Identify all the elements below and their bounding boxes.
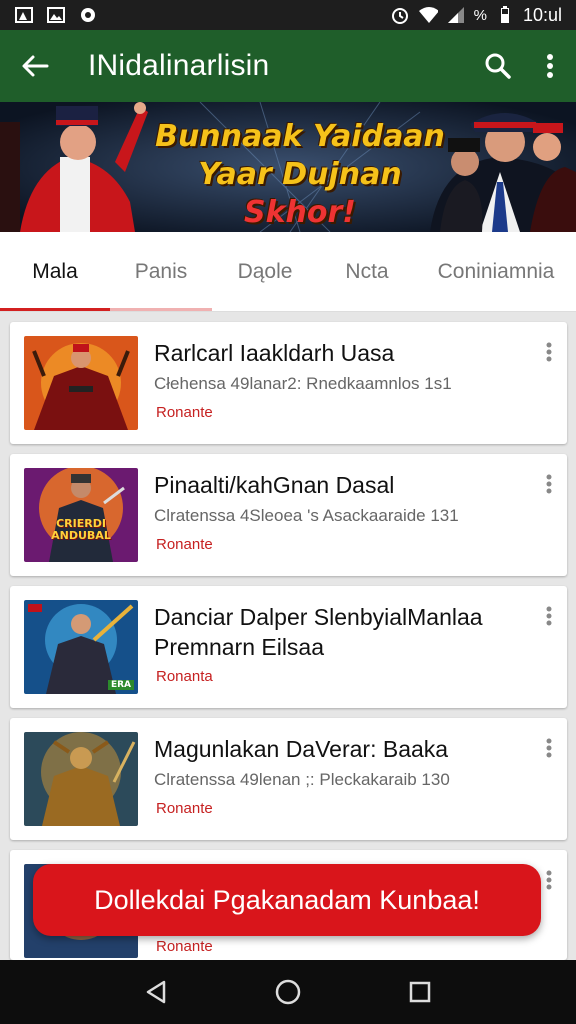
circle-home-icon (275, 979, 301, 1005)
more-vert-icon (546, 342, 552, 362)
clock: 10:ul (522, 4, 562, 25)
nav-back-button[interactable] (126, 960, 186, 1024)
list-item[interactable]: ERA Danciar Dalper SlenbyialManlaa Premn… (10, 586, 567, 708)
image-notification-icon (46, 6, 66, 24)
tab-daole[interactable]: Dąole (212, 232, 318, 311)
status-bar: % 10:ul (0, 0, 576, 30)
banner-line-2-main: Yaar Dujnan (198, 157, 402, 192)
tab-bar: Mala Panis Dąole Ncta Coniniamnia (0, 232, 576, 312)
thumb-caption: CRIERDI ANDUBAL (51, 517, 111, 542)
thumb-badge: ERA (107, 680, 134, 690)
battery-icon (495, 6, 515, 24)
item-tag: Ronante (156, 404, 213, 421)
item-menu-button[interactable] (539, 342, 559, 368)
item-title: Pinaalti/kahGnan Dasal (154, 472, 395, 498)
more-vert-icon (546, 474, 552, 494)
item-menu-button[interactable] (539, 738, 559, 764)
item-tag: Ronanta (156, 668, 213, 685)
cta-button[interactable]: Dollekdai Pgakanadam Kunbaa! (33, 864, 541, 936)
alarm-icon (390, 6, 410, 24)
more-vert-icon (547, 54, 553, 78)
item-menu-button[interactable] (539, 474, 559, 500)
item-tag: Ronante (156, 938, 213, 955)
battery-percent: % (473, 6, 487, 24)
item-title: Danciar Dalper SlenbyialManlaa Premnarn … (154, 604, 483, 660)
back-button[interactable] (0, 30, 70, 102)
notification-icon (14, 6, 34, 24)
square-recents-icon (409, 981, 431, 1003)
item-thumbnail (24, 732, 138, 826)
tab-mala[interactable]: Mala (0, 232, 110, 311)
tab-ncta[interactable]: Ncta (318, 232, 416, 311)
tab-coniniamnia[interactable]: Coniniamnia (416, 232, 576, 311)
item-tag: Ronante (156, 536, 213, 553)
nav-home-button[interactable] (258, 960, 318, 1024)
nav-recents-button[interactable] (390, 960, 450, 1024)
app-bar: INidalinarlisin (0, 30, 576, 102)
tab-indicator (110, 308, 212, 311)
promo-banner[interactable]: Bunnaak Yaidaan Yaar Dujnan Skhor! (0, 102, 576, 232)
item-menu-button[interactable] (539, 870, 559, 896)
item-subtitle: Clratenssa 4Sleoea 's Asackaaraide 131 (154, 506, 459, 525)
more-vert-icon (546, 738, 552, 758)
item-title: Rarlcarl Iaakldarh Uasa (154, 340, 395, 366)
tab-panis[interactable]: Panis (110, 232, 212, 311)
item-title: Magunlakan DaVerar: Baaka (154, 736, 449, 762)
arrow-back-icon (22, 55, 49, 77)
banner-line-2-red: Skhor! (243, 195, 356, 230)
banner-headline: Bunnaak Yaidaan Yaar Dujnan Skhor! (150, 118, 450, 232)
search-icon (485, 53, 511, 79)
more-vert-icon (546, 870, 552, 890)
app-title: INidalinarlisin (88, 49, 270, 82)
list-item[interactable]: Magunlakan DaVerar: Baaka Clratenssa 49l… (10, 718, 567, 840)
item-thumbnail: ERA (24, 600, 138, 694)
banner-line-1: Bunnaak Yaidaan (155, 119, 445, 154)
sync-icon (78, 6, 98, 24)
banner-line-2: Yaar Dujnan Skhor! (150, 156, 450, 232)
item-menu-button[interactable] (539, 606, 559, 632)
item-thumbnail (24, 336, 138, 430)
system-nav-bar (0, 960, 576, 1024)
list-item[interactable]: Rarlcarl Iaakldarh Uasa Cłehensa 49lanar… (10, 322, 567, 444)
signal-icon (446, 6, 466, 24)
item-subtitle: Clratenssa 49lenan ;: Pleckakaraib 130 (154, 770, 450, 789)
overflow-menu-button[interactable] (524, 30, 576, 102)
more-vert-icon (546, 606, 552, 626)
item-thumbnail: CRIERDI ANDUBAL (24, 468, 138, 562)
triangle-back-icon (146, 980, 166, 1004)
search-button[interactable] (472, 30, 524, 102)
item-tag: Ronante (156, 800, 213, 817)
wifi-icon (418, 6, 438, 24)
item-subtitle: Cłehensa 49lanar2: Rnedkaamnlos 1s1 (154, 374, 452, 393)
list-item[interactable]: CRIERDI ANDUBAL Pinaalti/kahGnan Dasal C… (10, 454, 567, 576)
